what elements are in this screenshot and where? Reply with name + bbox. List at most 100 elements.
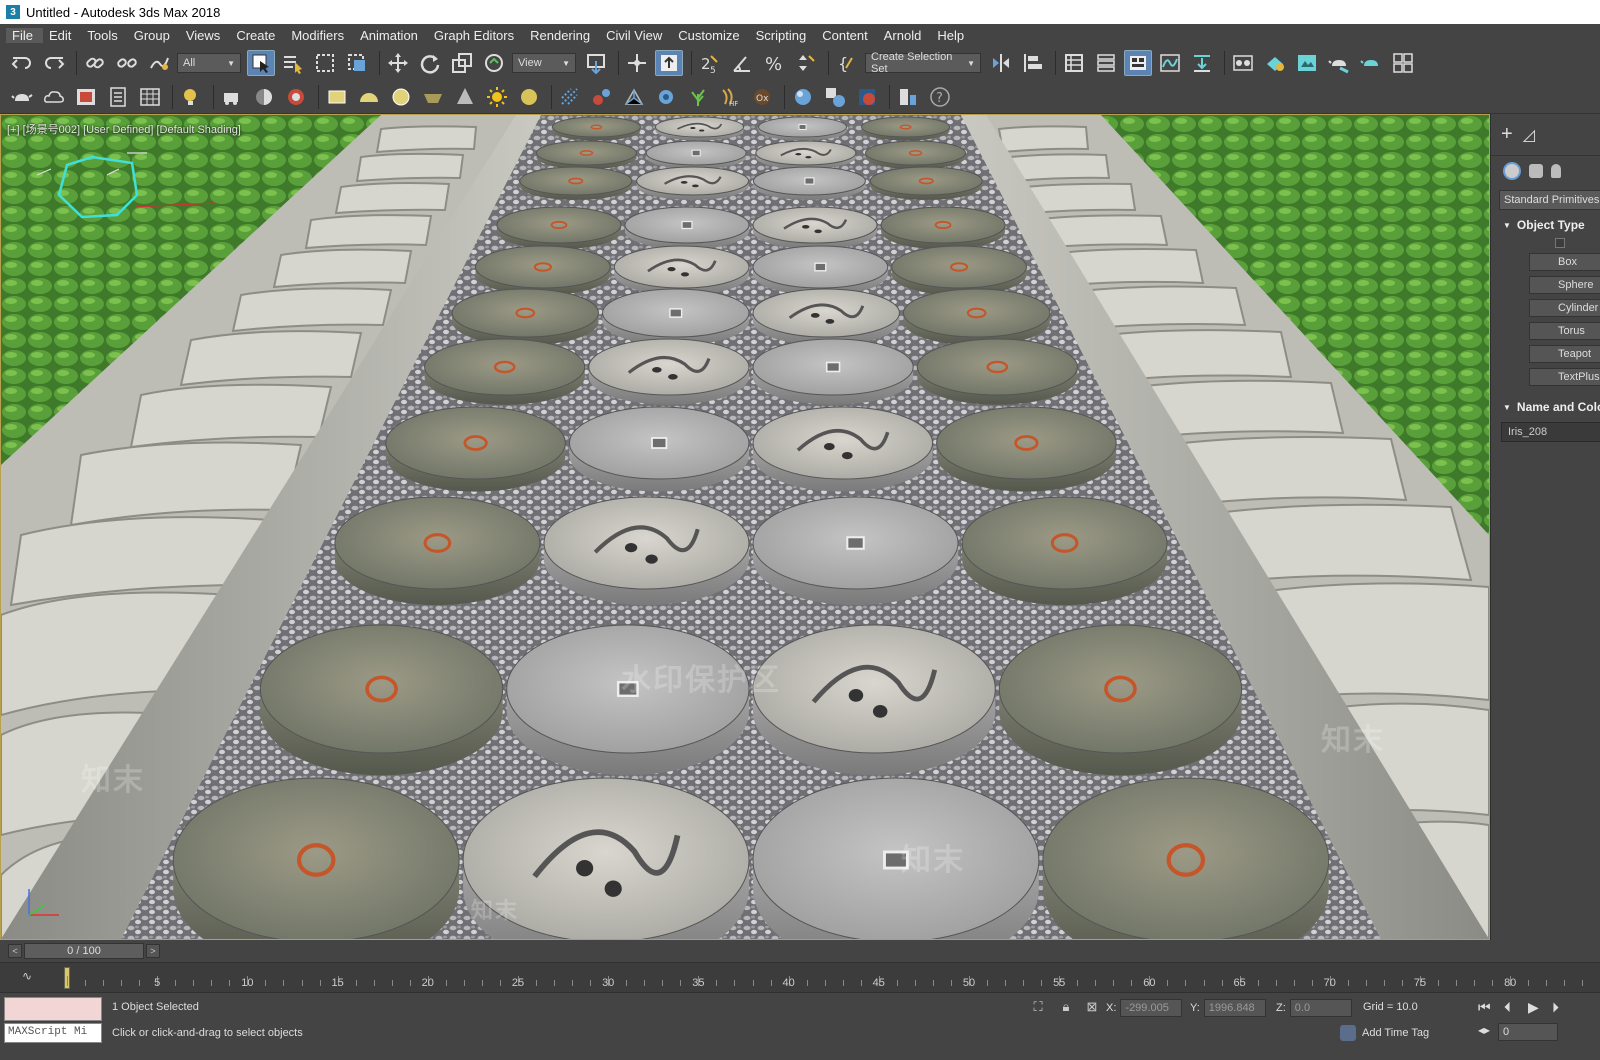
millstone-top[interactable]: [424, 338, 586, 396]
millstone-top[interactable]: [172, 777, 460, 939]
menu-graph-editors[interactable]: Graph Editors: [428, 28, 524, 43]
bowl-button[interactable]: [419, 84, 447, 110]
selection-filter-dropdown[interactable]: All ▼: [177, 53, 241, 73]
sphere-half-button[interactable]: [250, 84, 278, 110]
viewcube-gizmo[interactable]: [37, 145, 227, 225]
menu-content[interactable]: Content: [816, 28, 878, 43]
bind-space-warp-button[interactable]: [145, 50, 173, 76]
percent-snap-button[interactable]: %: [760, 50, 788, 76]
schematic-view-button[interactable]: [1188, 50, 1216, 76]
menu-animation[interactable]: Animation: [354, 28, 428, 43]
select-and-place-button[interactable]: [480, 50, 508, 76]
camera-button[interactable]: [620, 84, 648, 110]
table-button[interactable]: [136, 84, 164, 110]
rendered-frame-window-button[interactable]: [1293, 50, 1321, 76]
render-frame-button[interactable]: [72, 84, 100, 110]
menu-edit[interactable]: Edit: [43, 28, 81, 43]
maxscript-input[interactable]: MAXScript Mi: [4, 1023, 102, 1043]
sun-light-button[interactable]: [483, 84, 511, 110]
time-slider-thumb[interactable]: 0 / 100: [24, 943, 144, 959]
plane-button[interactable]: [323, 84, 351, 110]
cone-button[interactable]: [451, 84, 479, 110]
millstone-top[interactable]: [636, 166, 750, 196]
time-prev-button[interactable]: <: [8, 944, 22, 958]
perspective-viewport[interactable]: [+] [场景号002] [User Defined] [Default Sha…: [0, 114, 1490, 940]
millstone-top[interactable]: [865, 140, 967, 166]
torus-button[interactable]: Torus: [1529, 322, 1600, 340]
millstone-top[interactable]: [259, 624, 504, 754]
select-by-name-button[interactable]: [279, 50, 307, 76]
align-button[interactable]: [1019, 50, 1047, 76]
mini-curve-editor-icon[interactable]: ∿: [22, 969, 32, 983]
snaps-toggle-button[interactable]: 25: [696, 50, 724, 76]
primitive-category-dropdown[interactable]: Standard Primitives: [1499, 190, 1600, 210]
millstone-top[interactable]: [519, 166, 633, 196]
menu-arnold[interactable]: Arnold: [878, 28, 932, 43]
menu-views[interactable]: Views: [180, 28, 230, 43]
mirror-button[interactable]: [987, 50, 1015, 76]
spinner-snap-button[interactable]: [792, 50, 820, 76]
millstone-top[interactable]: [475, 245, 611, 289]
menu-customize[interactable]: Customize: [672, 28, 749, 43]
menu-modifiers[interactable]: Modifiers: [285, 28, 354, 43]
box-button[interactable]: Box: [1529, 253, 1600, 271]
millstone-top[interactable]: [752, 624, 996, 754]
keyboard-shortcut-override-button[interactable]: [655, 50, 683, 76]
viewport-label[interactable]: [+] [场景号002] [User Defined] [Default Sha…: [7, 121, 241, 137]
track-view-button[interactable]: [218, 84, 246, 110]
millstone-top[interactable]: [752, 288, 900, 338]
maxscript-output[interactable]: [4, 997, 102, 1021]
millstone-top[interactable]: [861, 116, 951, 138]
millstone-top[interactable]: [496, 206, 622, 244]
millstone-top[interactable]: [902, 288, 1051, 338]
reference-coordinate-dropdown[interactable]: View ▼: [512, 53, 576, 73]
cloud-button[interactable]: [40, 84, 68, 110]
shapes-icon[interactable]: [1529, 164, 1543, 178]
select-and-link-button[interactable]: [81, 50, 109, 76]
toggle-ribbon-button[interactable]: [1124, 50, 1152, 76]
layer-explorer-button[interactable]: [1092, 50, 1120, 76]
select-and-scale-button[interactable]: [448, 50, 476, 76]
millstone-top[interactable]: [998, 624, 1243, 754]
material-editor-button[interactable]: [1229, 50, 1257, 76]
millstone-top[interactable]: [385, 406, 566, 480]
select-object-button[interactable]: [247, 50, 275, 76]
render-production-button[interactable]: [1325, 50, 1353, 76]
autogrid-checkbox[interactable]: [1555, 238, 1565, 248]
millstone-top[interactable]: [880, 206, 1006, 244]
render-setup-button[interactable]: [1261, 50, 1289, 76]
absolute-mode-icon[interactable]: ⊠: [1084, 999, 1100, 1015]
current-frame-input[interactable]: 0: [1498, 1023, 1558, 1041]
millstone-top[interactable]: [462, 777, 750, 939]
asset-tracking-button[interactable]: [894, 84, 922, 110]
millstone-top[interactable]: [588, 338, 750, 396]
render-region-button[interactable]: [853, 84, 881, 110]
lock-selection-icon[interactable]: 🔒︎: [1058, 999, 1074, 1015]
millstone-top[interactable]: [752, 206, 878, 244]
hair-fur-button[interactable]: HF: [716, 84, 744, 110]
millstone-top[interactable]: [752, 406, 934, 480]
sphere-button[interactable]: [387, 84, 415, 110]
key-mode-icon[interactable]: ◂▸: [1478, 1023, 1490, 1037]
go-to-start-icon[interactable]: ⏮: [1478, 999, 1491, 1016]
light-lister-button[interactable]: [177, 84, 205, 110]
effects-button[interactable]: [282, 84, 310, 110]
selection-region-button[interactable]: [311, 50, 339, 76]
millstone-top[interactable]: [551, 116, 641, 138]
redo-button[interactable]: [40, 50, 68, 76]
sphere-button[interactable]: Sphere: [1529, 276, 1600, 294]
add-time-tag-button[interactable]: Add Time Tag: [1340, 1025, 1429, 1041]
select-and-move-button[interactable]: [384, 50, 412, 76]
millstone-top[interactable]: [654, 116, 744, 138]
teapot-button[interactable]: [8, 84, 36, 110]
track-bar[interactable]: ∿ 5 10 15 20 25 30 35 40 45 50 55 60 65 70 75 80: [0, 962, 1600, 992]
menu-civil-view[interactable]: Civil View: [600, 28, 672, 43]
next-frame-icon[interactable]: ⏵: [1552, 999, 1559, 1016]
material-ball-button[interactable]: [789, 84, 817, 110]
undo-button[interactable]: [8, 50, 36, 76]
pivot-center-button[interactable]: [582, 50, 610, 76]
molecule-button[interactable]: [588, 84, 616, 110]
create-tab-plus-icon[interactable]: +: [1501, 123, 1513, 146]
textplus-button[interactable]: TextPlus: [1529, 368, 1600, 386]
millstone-top[interactable]: [961, 496, 1168, 590]
